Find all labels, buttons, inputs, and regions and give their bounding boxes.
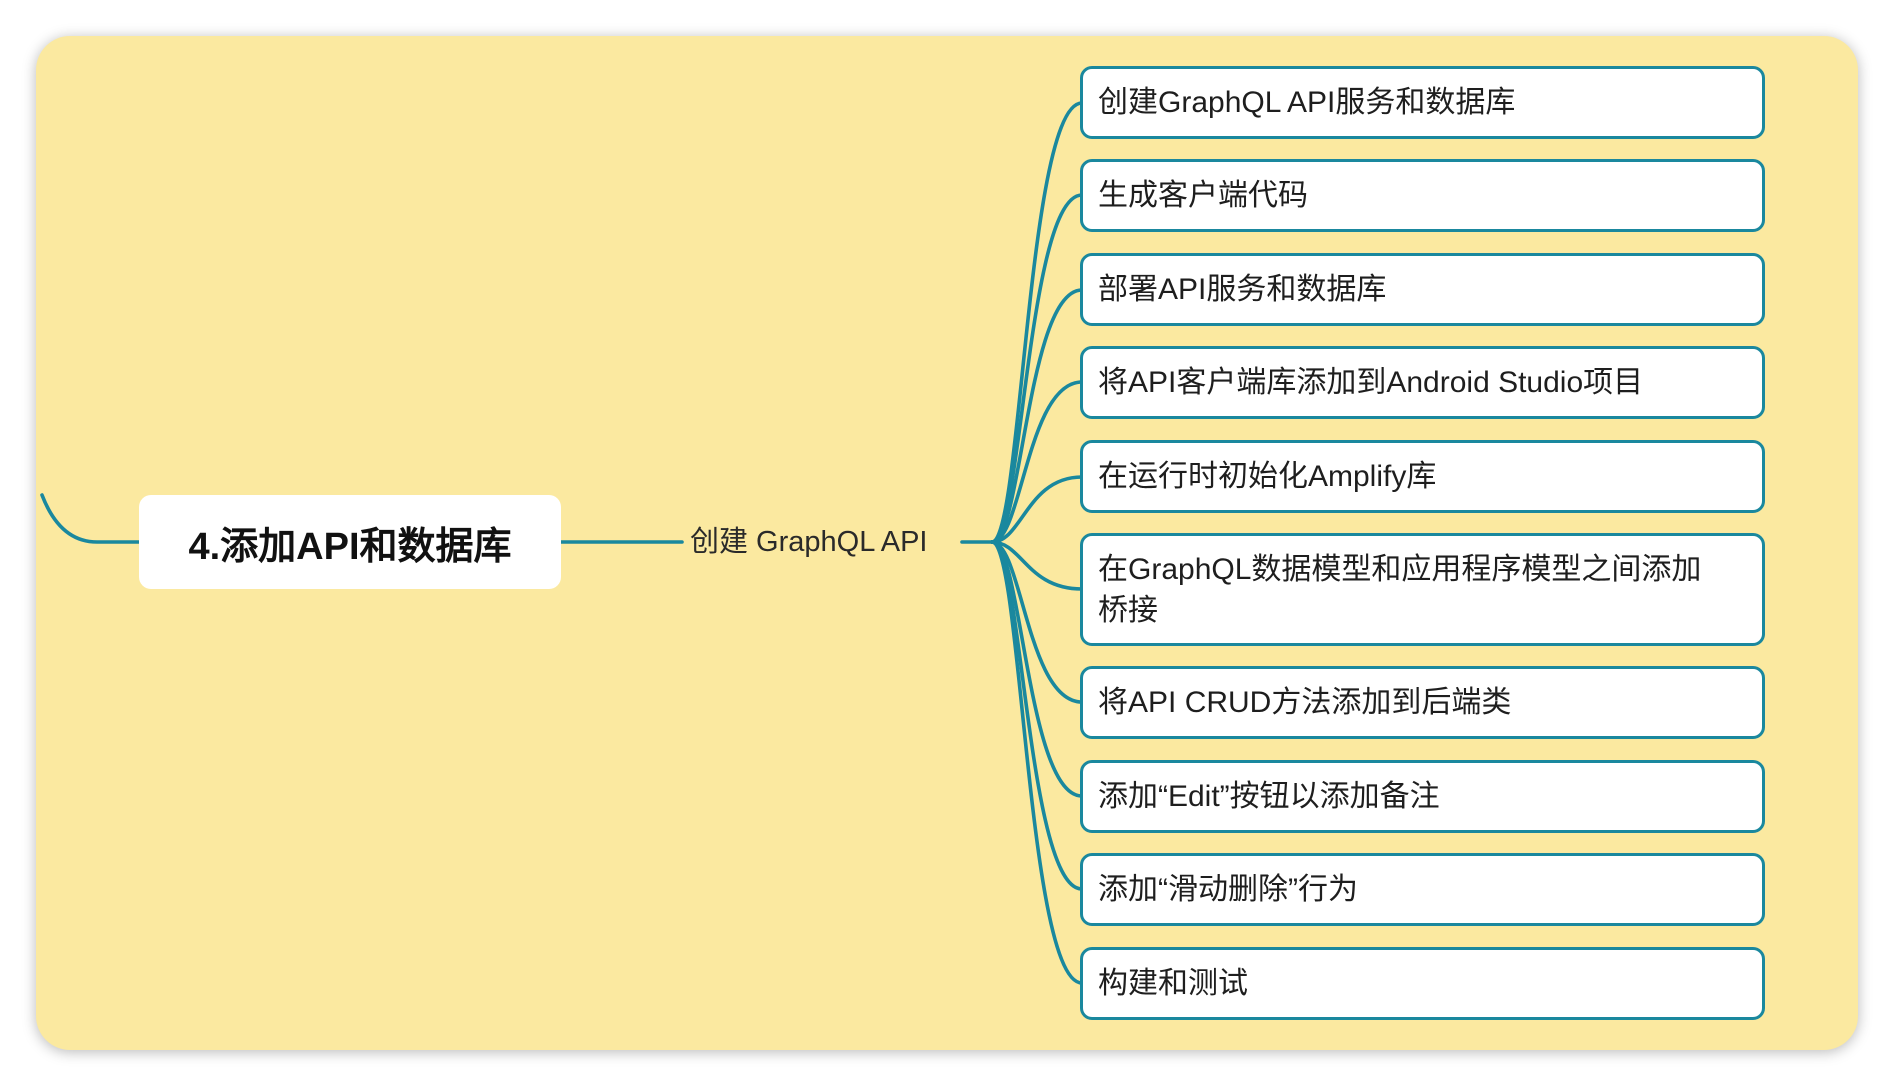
child-topic-node[interactable]: 添加“Edit”按钮以添加备注 <box>1080 760 1765 833</box>
child-topic-node[interactable]: 创建GraphQL API服务和数据库 <box>1080 66 1765 139</box>
child-topic-node[interactable]: 部署API服务和数据库 <box>1080 253 1765 326</box>
child-topic-node[interactable]: 添加“滑动删除”行为 <box>1080 853 1765 926</box>
child-topic-node[interactable]: 构建和测试 <box>1080 947 1765 1020</box>
root-topic-label: 4.添加API和数据库 <box>188 525 512 568</box>
child-topic-label: 将API CRUD方法添加到后端类 <box>1098 686 1512 719</box>
child-topic-node[interactable]: 将API客户端库添加到Android Studio项目 <box>1080 346 1765 419</box>
child-topic-label: 将API客户端库添加到Android Studio项目 <box>1098 366 1644 399</box>
child-topic-node[interactable]: 将API CRUD方法添加到后端类 <box>1080 666 1765 739</box>
child-topic-node[interactable]: 在GraphQL数据模型和应用程序模型之间添加桥接 <box>1080 533 1765 646</box>
child-topic-node[interactable]: 在运行时初始化Amplify库 <box>1080 440 1765 513</box>
child-topic-label: 生成客户端代码 <box>1098 179 1308 212</box>
child-topic-label: 添加“滑动删除”行为 <box>1098 873 1358 906</box>
child-topic-label: 添加“Edit”按钮以添加备注 <box>1098 780 1440 813</box>
child-topic-label: 构建和测试 <box>1098 967 1248 1000</box>
child-topic-node[interactable]: 生成客户端代码 <box>1080 159 1765 232</box>
subtopic-label[interactable]: 创建 GraphQL API <box>690 522 927 562</box>
child-topic-label: 在运行时初始化Amplify库 <box>1098 460 1437 493</box>
child-topic-label: 部署API服务和数据库 <box>1098 273 1387 306</box>
child-topic-label: 在GraphQL数据模型和应用程序模型之间添加桥接 <box>1098 552 1702 627</box>
child-topic-label: 创建GraphQL API服务和数据库 <box>1098 86 1516 119</box>
root-topic-node[interactable]: 4.添加API和数据库 <box>139 495 561 589</box>
